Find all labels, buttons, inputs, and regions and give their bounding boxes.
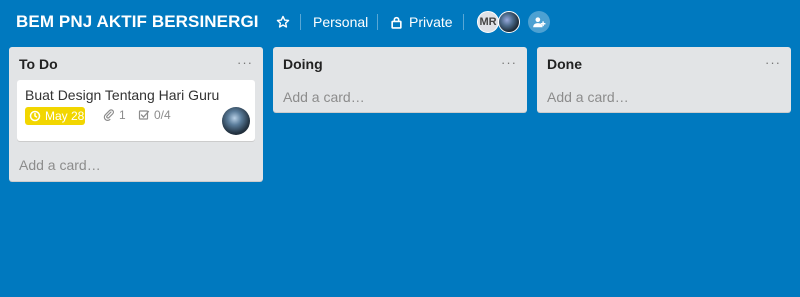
member-initials: MR (479, 16, 497, 28)
add-card-button[interactable]: Add a card… (19, 157, 101, 173)
checkbox-icon (138, 110, 150, 120)
add-card-button[interactable]: Add a card… (547, 89, 629, 105)
list-title[interactable]: To Do (19, 56, 58, 72)
add-card-button[interactable]: Add a card… (283, 89, 365, 105)
list-doing: Doing ··· Add a card… (273, 47, 527, 112)
member-avatar-photo[interactable] (498, 11, 520, 33)
add-member-button[interactable] (528, 11, 550, 33)
list-menu-button[interactable]: ··· (501, 55, 517, 70)
member-avatar[interactable]: MR (477, 11, 499, 33)
checklist-badge: 0/4 (138, 108, 171, 122)
card[interactable]: Buat Design Tentang Hari Guru May 28 1 0… (17, 80, 255, 141)
clock-icon (29, 110, 41, 122)
board-title[interactable]: BEM PNJ AKTIF BERSINERGI (16, 12, 259, 32)
paperclip-icon (103, 109, 114, 121)
attachments-badge: 1 (103, 108, 126, 122)
due-date-badge[interactable]: May 28 (25, 107, 85, 125)
due-date-label: May 28 (45, 109, 85, 123)
list-done: Done ··· Add a card… (537, 47, 791, 112)
header-separator (377, 14, 378, 30)
lock-icon (391, 16, 402, 29)
team-button[interactable]: Personal (313, 12, 368, 32)
list-title[interactable]: Done (547, 56, 582, 72)
header-separator (300, 14, 301, 30)
header-separator (463, 14, 464, 30)
star-icon (276, 15, 290, 28)
visibility-label: Private (409, 14, 453, 30)
card-title: Buat Design Tentang Hari Guru (25, 87, 220, 103)
list-title[interactable]: Doing (283, 56, 323, 72)
board-header: BEM PNJ AKTIF BERSINERGI Personal Privat… (0, 0, 800, 44)
list-menu-button[interactable]: ··· (765, 55, 781, 70)
attachments-count: 1 (119, 108, 126, 122)
card-member-avatar[interactable] (222, 107, 250, 135)
visibility-button[interactable]: Private (390, 12, 453, 32)
star-button[interactable] (276, 12, 290, 32)
list-todo: To Do ··· Buat Design Tentang Hari Guru … (9, 47, 263, 181)
checklist-count: 0/4 (154, 108, 171, 122)
add-person-icon (533, 17, 546, 28)
team-label: Personal (313, 14, 369, 30)
list-menu-button[interactable]: ··· (237, 55, 253, 70)
